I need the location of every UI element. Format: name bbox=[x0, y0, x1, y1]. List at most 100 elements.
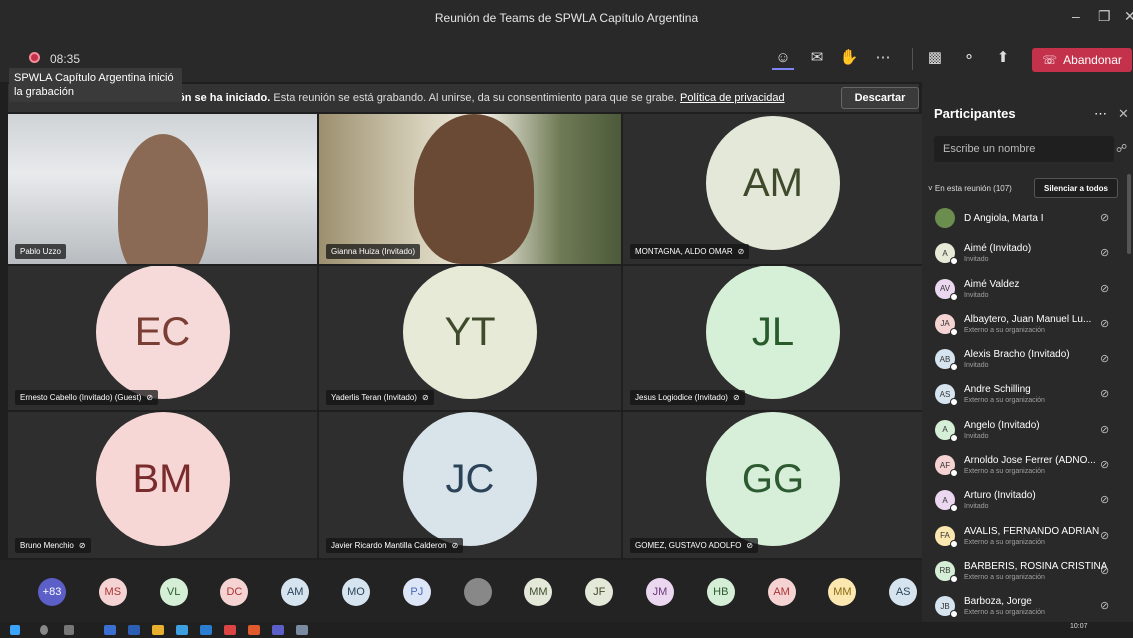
in-meeting-section[interactable]: ˅ En esta reunión (107) bbox=[928, 184, 1012, 193]
banner-body: Esta reunión se está grabando. Al unirse… bbox=[270, 92, 681, 104]
mic-muted-icon[interactable]: ⊘ bbox=[1100, 352, 1109, 365]
camera-off-icon[interactable]: ▩ bbox=[924, 46, 946, 68]
chat-icon[interactable]: ✉ bbox=[806, 46, 828, 68]
video-tile[interactable]: BM Bruno Menchio ⊘ bbox=[8, 412, 317, 558]
participant-chip[interactable]: HB bbox=[706, 578, 735, 606]
participant-list-item[interactable]: AB Alexis Bracho (Invitado) Invitado ⊘ bbox=[922, 341, 1133, 376]
meeting-timer: 08:35 bbox=[50, 52, 81, 66]
panel-close-icon[interactable]: ✕ bbox=[1118, 106, 1129, 122]
leave-button[interactable]: ☏ Abandonar bbox=[1032, 48, 1132, 72]
participant-chip[interactable]: DC bbox=[220, 578, 249, 606]
participant-chip[interactable]: AS bbox=[889, 578, 918, 606]
video-tile[interactable]: YT Yaderlis Teran (Invitado) ⊘ bbox=[319, 266, 621, 410]
participant-chip[interactable]: MS bbox=[98, 578, 127, 606]
participant-subtitle: Externo a su organización bbox=[964, 538, 1045, 546]
participant-chip[interactable] bbox=[463, 578, 492, 606]
mic-muted-icon[interactable]: ⊘ bbox=[1100, 423, 1109, 436]
mic-muted-icon[interactable]: ⊘ bbox=[1100, 387, 1109, 400]
folder-icon[interactable] bbox=[152, 625, 164, 635]
mute-all-button[interactable]: Silenciar a todos bbox=[1034, 178, 1118, 198]
participant-chip[interactable]: PJ bbox=[402, 578, 431, 606]
raise-hand-icon[interactable]: ✋ bbox=[838, 46, 860, 68]
avatar: RB bbox=[935, 560, 958, 583]
participant-chip[interactable]: MM bbox=[524, 578, 553, 606]
participant-list-item[interactable]: A Aimé (Invitado) Invitado ⊘ bbox=[922, 235, 1133, 270]
participant-chip[interactable]: JM bbox=[646, 578, 674, 606]
edge-icon[interactable] bbox=[176, 625, 188, 635]
video-tile[interactable]: JC Javier Ricardo Mantilla Calderon ⊘ bbox=[319, 412, 621, 558]
mic-muted-icon[interactable]: ⊘ bbox=[1100, 599, 1109, 612]
phone-icon: ☏ bbox=[1042, 53, 1058, 67]
privacy-link[interactable]: Política de privacidad bbox=[680, 92, 785, 104]
avatar bbox=[935, 208, 955, 228]
more-options-icon[interactable]: ⋯ bbox=[872, 46, 894, 68]
task-view-icon[interactable] bbox=[64, 625, 74, 635]
participant-chip[interactable]: MM bbox=[828, 578, 857, 606]
participant-subtitle: Invitado bbox=[964, 503, 989, 511]
mic-muted-icon[interactable]: ⊘ bbox=[1100, 493, 1109, 506]
avatar-initials: AB bbox=[939, 354, 951, 364]
mic-muted-icon[interactable]: ⊘ bbox=[1100, 458, 1109, 471]
pinned-app-icon[interactable] bbox=[296, 625, 308, 635]
avatar: JB bbox=[935, 596, 958, 619]
chrome-icon[interactable] bbox=[248, 625, 260, 635]
word-icon[interactable] bbox=[104, 625, 116, 635]
participant-list-item[interactable]: A Angelo (Invitado) Invitado ⊘ bbox=[922, 412, 1133, 447]
participant-list-item[interactable]: AV Aimé Valdez Invitado ⊘ bbox=[922, 271, 1133, 306]
participant-list-item[interactable]: RB BARBERIS, ROSINA CRISTINA Externo a su … bbox=[922, 553, 1133, 588]
panel-more-icon[interactable]: ⋯ bbox=[1094, 106, 1107, 122]
more-participants-chip[interactable]: +83 bbox=[38, 578, 66, 606]
start-icon[interactable] bbox=[10, 625, 20, 635]
mic-off-icon[interactable]: ⚬ bbox=[958, 46, 980, 68]
participant-name: BARBERIS, ROSINA CRISTINA bbox=[964, 560, 1108, 572]
participant-search-input[interactable]: Escribe un nombre bbox=[934, 136, 1114, 162]
outlook-icon[interactable] bbox=[128, 625, 140, 635]
participant-subtitle: Externo a su organización bbox=[964, 573, 1045, 581]
participant-chip[interactable]: AM bbox=[281, 578, 310, 606]
app-icon[interactable] bbox=[224, 625, 236, 635]
avatar: FA bbox=[935, 525, 958, 548]
mic-muted-icon[interactable]: ⊘ bbox=[1100, 317, 1109, 330]
maximize-icon[interactable]: ❐ bbox=[1098, 8, 1111, 25]
teams-icon[interactable] bbox=[200, 625, 212, 635]
participant-list-item[interactable]: A Arturo (Invitado) Invitado ⊘ bbox=[922, 482, 1133, 517]
mic-muted-icon[interactable]: ⊘ bbox=[1100, 529, 1109, 542]
participant-name: Angelo (Invitado) bbox=[964, 419, 1040, 431]
close-icon[interactable]: ✕ bbox=[1124, 8, 1133, 25]
avatar-initials: AF bbox=[939, 460, 951, 470]
video-tile[interactable]: EC Ernesto Cabello (Invitado) (Guest) ⊘ bbox=[8, 266, 317, 410]
avatar-initials: AS bbox=[939, 389, 951, 399]
participant-list-item[interactable]: JB Barboza, Jorge Externo a su organizació… bbox=[922, 588, 1133, 623]
participant-subtitle: Externo a su organización bbox=[964, 397, 1045, 405]
video-tile[interactable]: Gianna Huiza (Invitado) bbox=[319, 114, 621, 264]
participant-chip[interactable]: VL bbox=[159, 578, 188, 606]
avatar: A bbox=[935, 243, 958, 266]
video-tile[interactable]: Pablo Uzzo bbox=[8, 114, 317, 264]
mic-muted-icon[interactable]: ⊘ bbox=[1100, 246, 1109, 259]
participant-chip[interactable]: AM bbox=[767, 578, 796, 606]
participant-video bbox=[118, 134, 208, 264]
participant-list-item[interactable]: JA Albaytero, Juan Manuel Lu... Externo a … bbox=[922, 306, 1133, 341]
video-tile[interactable]: JL Jesus Logiodice (Invitado) ⊘ bbox=[623, 266, 923, 410]
mic-muted-icon[interactable]: ⊘ bbox=[1100, 564, 1109, 577]
mic-muted-icon[interactable]: ⊘ bbox=[1100, 282, 1109, 295]
participant-chip[interactable]: JF bbox=[585, 578, 614, 606]
video-tile[interactable]: AM MONTAGNA, ALDO OMAR ⊘ bbox=[623, 114, 923, 264]
participant-chip[interactable]: MO bbox=[342, 578, 370, 606]
leave-label: Abandonar bbox=[1063, 53, 1122, 67]
participant-list: D Angiola, Marta I ⊘ A Aimé (Invitado) Invit… bbox=[922, 200, 1133, 624]
participant-list-item[interactable]: FA AVALIS, FERNANDO ADRIAN Externo a su or… bbox=[922, 518, 1133, 553]
video-tile[interactable]: GG GOMEZ, GUSTAVO ADOLFO ⊘ bbox=[623, 412, 923, 558]
share-link-icon[interactable]: ☍ bbox=[1116, 142, 1127, 155]
mic-muted-icon[interactable]: ⊘ bbox=[1100, 211, 1109, 224]
teams-app-icon[interactable] bbox=[272, 625, 284, 635]
minimize-icon[interactable]: – bbox=[1072, 8, 1080, 24]
participant-list-item[interactable]: AF Arnoldo Jose Ferrer (ADNO... Externo a … bbox=[922, 447, 1133, 482]
search-icon[interactable] bbox=[40, 625, 48, 635]
dismiss-button[interactable]: Descartar bbox=[841, 87, 919, 109]
participants-icon[interactable]: ☺ bbox=[772, 46, 794, 70]
participant-video bbox=[414, 114, 534, 264]
share-screen-icon[interactable]: ⬆ bbox=[992, 46, 1014, 68]
participant-list-item[interactable]: AS Andre Schilling Externo a su organizaci… bbox=[922, 376, 1133, 411]
participant-list-item[interactable]: D Angiola, Marta I ⊘ bbox=[922, 200, 1133, 235]
